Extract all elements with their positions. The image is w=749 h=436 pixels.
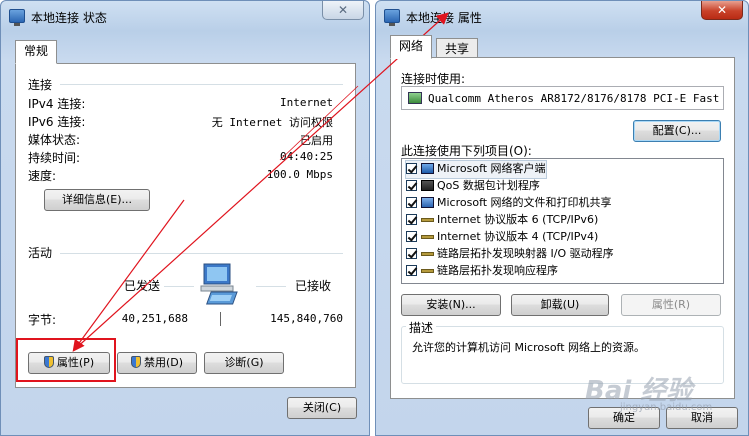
speed-value: 100.0 Mbps	[266, 168, 333, 181]
networking-tab-panel: 连接时使用: Qualcomm Atheros AR8172/8176/8178…	[390, 57, 735, 399]
list-item[interactable]: 链路层拓扑发现响应程序	[406, 263, 558, 280]
network-connection-icon	[9, 9, 25, 26]
network-client-icon	[421, 163, 434, 174]
list-item[interactable]: 链路层拓扑发现映射器 I/O 驱动程序	[406, 246, 614, 263]
close-icon[interactable]: ✕	[322, 1, 364, 20]
ipv4-label: IPv4 连接:	[28, 97, 86, 111]
adapter-field: Qualcomm Atheros AR8172/8176/8178 PCI-E …	[401, 86, 724, 110]
disable-button[interactable]: 禁用(D)	[117, 352, 197, 374]
status-window: 本地连接 状态 ✕ 常规 连接 IPv4 连接: Internet IPv6 连…	[0, 0, 370, 436]
status-window-title: 本地连接 状态	[31, 11, 107, 25]
received-divider	[256, 286, 286, 287]
close-button[interactable]: 关闭(C)	[287, 397, 357, 419]
protocol-icon	[421, 218, 434, 222]
connect-using-label: 连接时使用:	[401, 72, 466, 86]
description-title: 描述	[406, 319, 437, 336]
activity-section-title: 活动	[28, 246, 53, 260]
connection-section-title: 连接	[28, 78, 53, 92]
network-adapter-icon	[408, 92, 422, 104]
network-connection-icon	[384, 9, 400, 26]
list-item-label: Internet 协议版本 6 (TCP/IPv6)	[437, 213, 599, 226]
bytes-received-value: 145,840,760	[270, 312, 343, 325]
highlight-box	[16, 338, 116, 382]
list-item[interactable]: Internet 协议版本 6 (TCP/IPv6)	[406, 212, 598, 229]
list-item-label: Internet 协议版本 4 (TCP/IPv4)	[437, 230, 599, 243]
uac-shield-icon	[130, 356, 141, 368]
watermark-url: jingyan.baidu.com	[620, 402, 713, 413]
properties-window-title: 本地连接 属性	[406, 11, 482, 25]
ipv6-label: IPv6 连接:	[28, 115, 86, 129]
list-item-label: 链路层拓扑发现响应程序	[437, 264, 558, 277]
sent-divider	[164, 286, 194, 287]
diagnose-button[interactable]: 诊断(G)	[204, 352, 284, 374]
sent-label: 已发送	[124, 279, 161, 293]
checkbox[interactable]	[406, 248, 417, 259]
status-window-titlebar[interactable]: 本地连接 状态 ✕	[1, 1, 369, 31]
network-service-icon	[421, 180, 434, 191]
details-button[interactable]: 详细信息(E)...	[44, 189, 150, 211]
media-state-label: 媒体状态:	[28, 133, 81, 147]
list-item[interactable]: QoS 数据包计划程序	[406, 178, 540, 195]
tab-networking[interactable]: 网络	[390, 35, 433, 59]
install-button[interactable]: 安装(N)...	[401, 294, 501, 316]
section-divider	[60, 84, 343, 85]
media-state-value: 已启用	[300, 134, 333, 147]
list-item[interactable]: Internet 协议版本 4 (TCP/IPv4)	[406, 229, 598, 246]
protocol-icon	[421, 252, 434, 256]
checkbox[interactable]	[406, 265, 417, 276]
checkbox[interactable]	[406, 197, 417, 208]
network-activity-icon	[200, 263, 238, 305]
protocol-icon	[421, 269, 434, 273]
close-icon[interactable]: ✕	[701, 1, 743, 20]
duration-label: 持续时间:	[28, 151, 81, 165]
connector-line	[220, 312, 221, 326]
section-divider	[60, 253, 343, 254]
protocol-icon	[421, 235, 434, 239]
received-label: 已接收	[295, 279, 332, 293]
list-item-label: Microsoft 网络客户端	[437, 162, 546, 175]
list-item-label: 链路层拓扑发现映射器 I/O 驱动程序	[437, 247, 614, 260]
list-item-label: QoS 数据包计划程序	[437, 179, 540, 192]
items-list-label: 此连接使用下列项目(O):	[401, 144, 532, 158]
checkbox[interactable]	[406, 180, 417, 191]
tab-general[interactable]: 常规	[15, 40, 58, 64]
bytes-sent-value: 40,251,688	[121, 312, 188, 325]
speed-label: 速度:	[28, 169, 57, 183]
duration-value: 04:40:25	[280, 150, 333, 163]
list-item[interactable]: Microsoft 网络客户端	[405, 160, 547, 179]
list-item[interactable]: Microsoft 网络的文件和打印机共享	[406, 195, 612, 212]
properties-window-titlebar[interactable]: 本地连接 属性 ✕	[376, 1, 748, 31]
ipv4-value: Internet	[280, 96, 333, 109]
properties-window: 本地连接 属性 ✕ 网络 共享 连接时使用: Qualcomm Atheros …	[375, 0, 749, 436]
checkbox[interactable]	[406, 163, 417, 174]
list-item-label: Microsoft 网络的文件和打印机共享	[437, 196, 612, 209]
description-text: 允许您的计算机访问 Microsoft 网络上的资源。	[412, 341, 646, 354]
bytes-label: 字节:	[28, 313, 57, 327]
checkbox[interactable]	[406, 231, 417, 242]
network-service-icon	[421, 197, 434, 208]
item-properties-button[interactable]: 属性(R)	[621, 294, 721, 316]
configure-button[interactable]: 配置(C)...	[633, 120, 721, 142]
uninstall-button[interactable]: 卸载(U)	[511, 294, 609, 316]
ipv6-value: 无 Internet 访问权限	[211, 116, 333, 129]
adapter-name: Qualcomm Atheros AR8172/8176/8178 PCI-E …	[428, 92, 720, 105]
checkbox[interactable]	[406, 214, 417, 225]
components-list[interactable]: Microsoft 网络客户端 QoS 数据包计划程序 Microsoft 网络…	[401, 158, 724, 284]
disable-button-label: 禁用(D)	[143, 356, 184, 369]
